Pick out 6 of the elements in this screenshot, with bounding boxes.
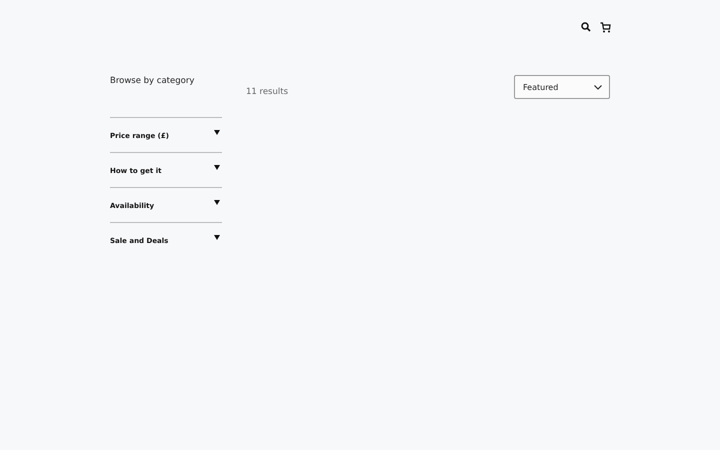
sort-dropdown[interactable]: Featured [514,75,610,99]
chevron-icon [594,84,602,90]
sidebar-title: Browse by category [110,76,196,88]
search-icon[interactable] [581,22,591,32]
cart-icon[interactable] [600,22,611,32]
results-count: 11 results [246,87,288,98]
